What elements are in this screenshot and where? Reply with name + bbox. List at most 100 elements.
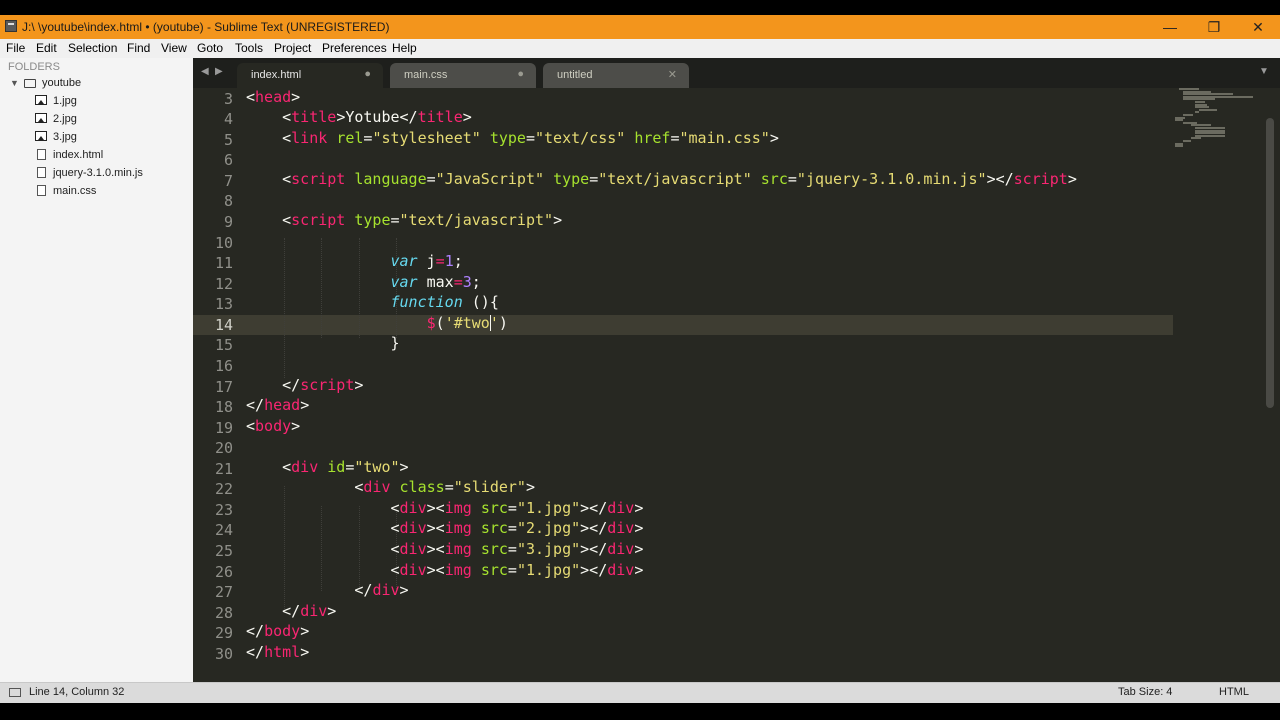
code-token: script — [300, 376, 355, 394]
code-line[interactable]: </html> — [246, 643, 309, 661]
code-token: </ — [246, 581, 373, 599]
folders-heading: FOLDERS — [8, 61, 60, 73]
code-token: type — [489, 129, 526, 147]
minimize-button[interactable]: — — [1148, 15, 1192, 39]
menu-goto[interactable]: Goto — [197, 41, 223, 55]
line-number: 19 — [214, 419, 233, 437]
sidebar-file-item[interactable]: 3.jpg — [35, 128, 185, 146]
tab-untitled[interactable]: untitled ✕ — [543, 63, 689, 88]
code-token: function — [390, 293, 463, 311]
code-token: </ — [246, 643, 265, 661]
code-token: div — [372, 581, 400, 599]
code-line[interactable]: <div class="slider"> — [246, 478, 535, 496]
code-editor[interactable]: 3 4 5 6 7 8 9 10 11 12 13 14 15 16 17 18… — [193, 88, 1280, 682]
chevron-down-icon[interactable]: ▼ — [10, 74, 19, 92]
sidebar-file-item[interactable]: 2.jpg — [35, 110, 185, 128]
code-token: = — [589, 170, 599, 188]
code-line[interactable]: var j=1; — [246, 252, 463, 270]
code-token: $ — [426, 314, 436, 332]
code-token: < — [246, 170, 292, 188]
code-token: src — [480, 499, 508, 517]
close-icon[interactable]: ✕ — [668, 68, 677, 81]
line-number: 11 — [214, 254, 233, 272]
code-token: > — [553, 211, 563, 229]
code-line[interactable]: <link rel="stylesheet" type="text/css" h… — [246, 129, 779, 147]
code-line[interactable]: </script> — [246, 376, 363, 394]
close-button[interactable]: ✕ — [1236, 15, 1280, 39]
menu-preferences[interactable]: Preferences — [322, 41, 387, 55]
menu-help[interactable]: Help — [392, 41, 417, 55]
code-token: >< — [426, 519, 445, 537]
code-line[interactable]: <div><img src="3.jpg"></div> — [246, 540, 643, 558]
code-line[interactable]: <div><img src="1.jpg"></div> — [246, 499, 643, 517]
code-token: < — [246, 540, 400, 558]
code-token: = — [507, 499, 517, 517]
menu-project[interactable]: Project — [274, 41, 311, 55]
code-token: src — [480, 519, 508, 537]
code-line[interactable]: $('#two') — [246, 314, 508, 332]
code-line[interactable]: <script type="text/javascript"> — [246, 211, 562, 229]
code-line[interactable]: var max=3; — [246, 273, 481, 291]
minimap[interactable] — [1175, 88, 1255, 148]
code-token: >< — [426, 561, 445, 579]
syntax-selector[interactable]: HTML — [1219, 686, 1249, 698]
tab-size-selector[interactable]: Tab Size: 4 — [1118, 686, 1172, 698]
code-line[interactable]: <head> — [246, 88, 300, 106]
unsaved-dot-icon[interactable]: ● — [364, 68, 371, 80]
sidebar-file-item[interactable]: 1.jpg — [35, 92, 185, 110]
panel-toggle-icon[interactable] — [9, 688, 21, 697]
code-token: "3.jpg" — [516, 540, 581, 558]
code-token: body — [255, 417, 292, 435]
line-number: 23 — [214, 501, 233, 519]
sidebar-file-item[interactable]: index.html — [37, 146, 187, 164]
code-token: = — [390, 211, 400, 229]
code-line[interactable]: <div><img src="1.jpg"></div> — [246, 561, 643, 579]
code-line[interactable]: </head> — [246, 396, 309, 414]
code-token: link — [291, 129, 328, 147]
code-line[interactable]: </div> — [246, 602, 336, 620]
tab-index-html[interactable]: index.html ● — [237, 63, 383, 88]
sidebar-file-item[interactable]: main.css — [37, 182, 187, 200]
menu-tools[interactable]: Tools — [235, 41, 263, 55]
tab-main-css[interactable]: main.css ● — [390, 63, 536, 88]
tab-menu-icon[interactable]: ▼ — [1259, 66, 1269, 77]
line-number: 6 — [223, 151, 233, 169]
code-token: src — [480, 561, 508, 579]
menu-view[interactable]: View — [161, 41, 187, 55]
line-number: 4 — [223, 110, 233, 128]
code-token: = — [787, 170, 797, 188]
code-line[interactable]: } — [246, 334, 399, 352]
folder-youtube[interactable]: ▼ youtube — [10, 74, 190, 92]
tab-prev-icon[interactable]: ◀ — [201, 66, 209, 77]
code-line[interactable]: </body> — [246, 622, 309, 640]
menu-selection[interactable]: Selection — [68, 41, 117, 55]
line-number: 18 — [214, 398, 233, 416]
code-line[interactable]: <div><img src="2.jpg"></div> — [246, 519, 643, 537]
sidebar-file-item[interactable]: jquery-3.1.0.min.js — [37, 164, 187, 182]
code-line[interactable]: <div id="two"> — [246, 458, 408, 476]
code-line[interactable]: </div> — [246, 581, 408, 599]
code-token: < — [246, 458, 292, 476]
code-token: html — [264, 643, 301, 661]
unsaved-dot-icon[interactable]: ● — [517, 68, 524, 80]
code-token: ) — [498, 314, 508, 332]
menu-file[interactable]: File — [6, 41, 25, 55]
code-line[interactable]: <body> — [246, 417, 300, 435]
code-token: >< — [426, 499, 445, 517]
restore-button[interactable]: ❐ — [1192, 15, 1236, 39]
cursor-position: Line 14, Column 32 — [29, 686, 125, 698]
menu-bar: File Edit Selection Find View Goto Tools… — [0, 39, 1280, 59]
tab-label: main.css — [404, 69, 448, 81]
tab-next-icon[interactable]: ▶ — [215, 66, 223, 77]
code-line[interactable]: <title>Yotube</title> — [246, 108, 472, 126]
vertical-scrollbar[interactable] — [1266, 118, 1274, 408]
menu-find[interactable]: Find — [127, 41, 150, 55]
code-token: type — [354, 211, 391, 229]
file-label: jquery-3.1.0.min.js — [53, 167, 143, 179]
code-line[interactable]: function (){ — [246, 293, 499, 311]
code-token: j — [417, 252, 436, 270]
code-line[interactable]: <script language="JavaScript" type="text… — [246, 170, 1077, 188]
menu-edit[interactable]: Edit — [36, 41, 57, 55]
